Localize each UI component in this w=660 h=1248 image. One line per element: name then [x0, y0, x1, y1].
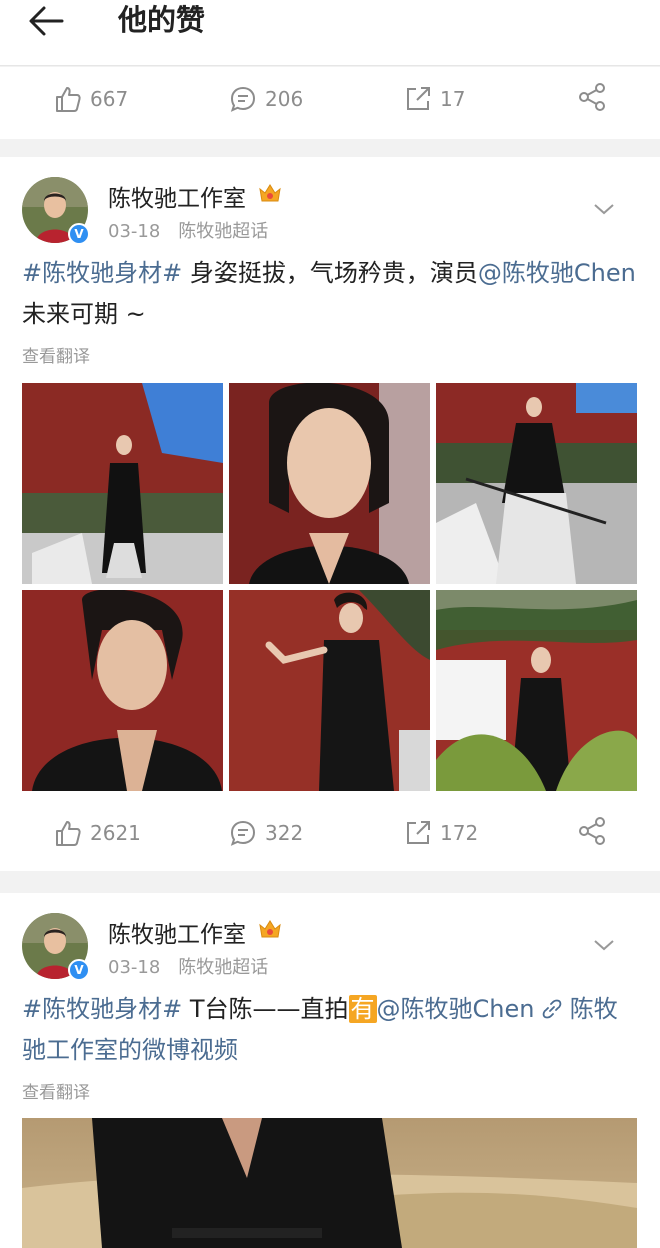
- thumbs-up-icon: [56, 821, 81, 846]
- post-text: #陈牧驰身材# 身姿挺拔，气场矜贵，演员@陈牧驰Chen 未来可期 ~: [22, 253, 637, 335]
- post-source[interactable]: 陈牧驰超话: [178, 221, 268, 242]
- author-name[interactable]: 陈牧驰工作室: [108, 179, 246, 213]
- like-button[interactable]: 667: [54, 69, 128, 129]
- comment-button[interactable]: 322: [229, 803, 303, 863]
- comment-count: 206: [265, 87, 304, 111]
- link-icon: [534, 995, 569, 1023]
- post-date: 03-18: [108, 957, 161, 978]
- photo-grid: [22, 383, 637, 791]
- crown-icon: [258, 181, 282, 209]
- photo-thumbnail[interactable]: [229, 383, 430, 584]
- photo-thumbnail[interactable]: [229, 590, 430, 791]
- page-title: 他的赞: [118, 3, 206, 37]
- comment-count: 322: [265, 821, 304, 845]
- author-name[interactable]: 陈牧驰工作室: [108, 915, 246, 949]
- post-source[interactable]: 陈牧驰超话: [178, 957, 268, 978]
- chevron-down-icon[interactable]: [592, 201, 616, 221]
- post-text-tail: 未来可期 ~: [22, 300, 146, 328]
- share-icon[interactable]: [577, 816, 607, 850]
- post-text-body: T台陈——直拍: [182, 995, 349, 1023]
- mention-link[interactable]: @陈牧驰Chen: [478, 259, 636, 287]
- post-actions: 667 206 17: [0, 69, 660, 129]
- photo-thumbnail[interactable]: [22, 383, 223, 584]
- avatar[interactable]: V: [22, 177, 90, 245]
- share-icon[interactable]: [577, 82, 607, 116]
- comment-button[interactable]: 206: [229, 69, 303, 129]
- hashtag-link[interactable]: #陈牧驰身材#: [22, 259, 182, 287]
- photo-thumbnail[interactable]: [22, 590, 223, 791]
- post-actions: 2621 322 172: [0, 803, 660, 863]
- post-date: 03-18: [108, 221, 161, 242]
- repost-count: 172: [440, 821, 479, 845]
- back-arrow-icon[interactable]: [26, 4, 66, 38]
- verified-badge-icon: V: [68, 223, 90, 245]
- crown-icon: [258, 917, 282, 945]
- translate-link[interactable]: 查看翻译: [22, 342, 90, 367]
- like-button[interactable]: 2621: [54, 803, 141, 863]
- hashtag-link[interactable]: #陈牧驰身材#: [22, 995, 182, 1023]
- repost-icon: [407, 87, 430, 110]
- like-count: 2621: [90, 821, 141, 845]
- post-text: #陈牧驰身材# T台陈——直拍有@陈牧驰Chen 陈牧驰工作室的微博视频: [22, 989, 637, 1071]
- mention-link[interactable]: @陈牧驰Chen: [377, 995, 535, 1023]
- comment-icon: [230, 86, 256, 112]
- post-card: V 陈牧驰工作室 03-18 陈牧驰超话 #陈牧驰身材# 身姿挺拔，气场矜贵，演员…: [0, 157, 660, 871]
- post-meta: 03-18 陈牧驰超话: [108, 217, 268, 243]
- verified-badge-icon: V: [68, 959, 90, 981]
- thumbs-up-icon: [56, 87, 81, 112]
- repost-icon: [407, 821, 430, 844]
- photo-thumbnail[interactable]: [436, 590, 637, 791]
- top-bar: 他的赞: [0, 0, 660, 66]
- comment-icon: [230, 820, 256, 846]
- translate-link[interactable]: 查看翻译: [22, 1078, 90, 1103]
- photo-thumbnail[interactable]: [436, 383, 637, 584]
- you-tag-badge: 有: [348, 995, 377, 1023]
- post-card-previous: 667 206 17: [0, 67, 660, 139]
- video-thumbnail[interactable]: [22, 1118, 637, 1248]
- post-text-body: 身姿挺拔，气场矜贵，演员: [182, 259, 478, 287]
- repost-count: 17: [440, 87, 466, 111]
- repost-button[interactable]: 17: [404, 69, 465, 129]
- post-card: V 陈牧驰工作室 03-18 陈牧驰超话 #陈牧驰身材# T台陈——直拍有@陈牧驰…: [0, 893, 660, 1248]
- post-meta: 03-18 陈牧驰超话: [108, 953, 268, 979]
- chevron-down-icon[interactable]: [592, 937, 616, 957]
- like-count: 667: [90, 87, 129, 111]
- repost-button[interactable]: 172: [404, 803, 478, 863]
- avatar[interactable]: V: [22, 913, 90, 981]
